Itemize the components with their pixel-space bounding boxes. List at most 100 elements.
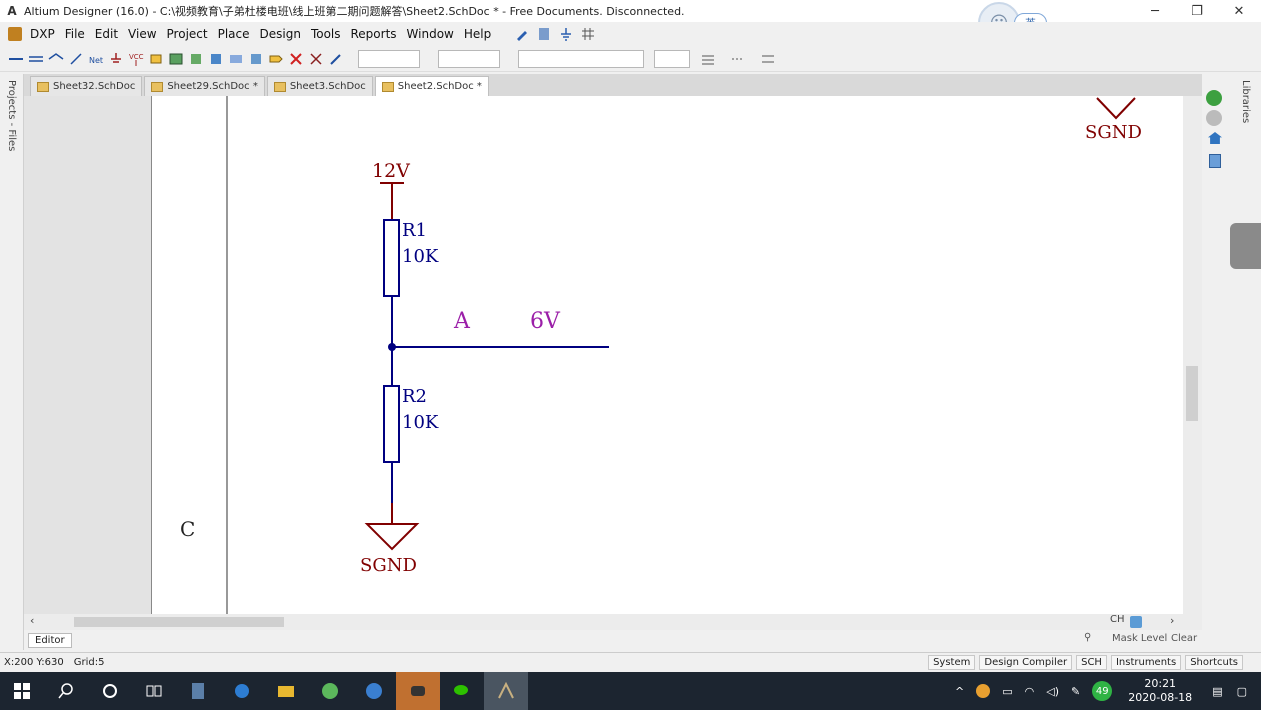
tab-sheet3[interactable]: Sheet3.SchDoc: [266, 76, 373, 96]
file-explorer-icon[interactable]: [264, 672, 308, 710]
clock[interactable]: 20:21 2020-08-18: [1128, 677, 1192, 705]
harness-connector-icon[interactable]: [228, 51, 244, 67]
horizontal-scrollbar[interactable]: ‹ CH ›: [24, 614, 1202, 630]
search-icon[interactable]: [44, 672, 88, 710]
menu-view[interactable]: View: [123, 22, 161, 46]
document-icon[interactable]: [1209, 154, 1221, 168]
schematic-drawing[interactable]: C SGND 12V R1 10K A 6V R2 10K SGND: [152, 96, 1202, 614]
volume-icon[interactable]: ◁): [1046, 685, 1059, 698]
no-erc-icon[interactable]: [288, 51, 304, 67]
align-icon[interactable]: [760, 51, 776, 67]
port-icon[interactable]: [268, 51, 284, 67]
action-center-icon[interactable]: ▤: [1212, 685, 1222, 698]
bus-entry-icon[interactable]: [68, 51, 84, 67]
wifi-icon[interactable]: ◠: [1025, 685, 1035, 698]
sch-button[interactable]: SCH: [1076, 655, 1107, 670]
close-button[interactable]: ✕: [1218, 0, 1260, 22]
menu-window[interactable]: Window: [402, 22, 459, 46]
scroll-left-icon[interactable]: ‹: [30, 614, 34, 627]
shortcuts-button[interactable]: Shortcuts: [1185, 655, 1243, 670]
vcc-port-icon[interactable]: VCC: [128, 51, 144, 67]
edge-icon[interactable]: [220, 672, 264, 710]
line-width-icon[interactable]: [700, 51, 716, 67]
scroll-right-icon[interactable]: ›: [1170, 614, 1174, 627]
menu-edit[interactable]: Edit: [90, 22, 123, 46]
window-title: Altium Designer (16.0) - C:\视频教育\子弟杜楼电班\…: [24, 5, 685, 18]
draw-tool-icon[interactable]: [328, 51, 344, 67]
notification-count-badge[interactable]: 49: [1092, 681, 1113, 701]
harness-entry-icon[interactable]: [248, 51, 264, 67]
projects-panel-label[interactable]: Projects - Files: [6, 80, 17, 151]
tab-sheet2[interactable]: Sheet2.SchDoc *: [374, 76, 489, 96]
design-compiler-button[interactable]: Design Compiler: [979, 655, 1073, 670]
menu-design[interactable]: Design: [255, 22, 306, 46]
filter-combo-2[interactable]: [438, 49, 500, 68]
menu-reports[interactable]: Reports: [346, 22, 402, 46]
side-float-button[interactable]: [1230, 223, 1261, 269]
menu-tools[interactable]: Tools: [306, 22, 346, 46]
horizontal-scroll-thumb[interactable]: [74, 617, 284, 627]
grid-icon[interactable]: [580, 26, 596, 42]
device-sheet-icon[interactable]: [208, 51, 224, 67]
line-style-icon[interactable]: [730, 51, 746, 67]
part-icon[interactable]: [148, 51, 164, 67]
net-label-icon[interactable]: Net: [88, 51, 104, 67]
calculator-icon[interactable]: [176, 672, 220, 710]
home-icon[interactable]: [1208, 132, 1222, 144]
filter-combo-1[interactable]: [358, 49, 420, 68]
cortana-icon[interactable]: [88, 672, 132, 710]
clear-button[interactable]: Clear: [1171, 633, 1197, 644]
vertical-scrollbar[interactable]: [1183, 96, 1202, 614]
instruments-button[interactable]: Instruments: [1110, 655, 1182, 670]
system-button[interactable]: System: [928, 655, 976, 670]
signal-harness-icon[interactable]: [48, 51, 64, 67]
filter-combo-4[interactable]: [654, 49, 690, 68]
cursor-coords: X:200 Y:630: [4, 657, 64, 668]
minimize-button[interactable]: ─: [1134, 0, 1176, 22]
highlight-icon[interactable]: [1130, 616, 1142, 628]
menu-dxp[interactable]: DXP: [25, 22, 60, 46]
pen-icon[interactable]: ✎: [1071, 685, 1080, 698]
mask-level-button[interactable]: Mask Level: [1112, 633, 1167, 644]
task-view-icon[interactable]: [132, 672, 176, 710]
back-icon[interactable]: [1206, 90, 1222, 106]
menu-help[interactable]: Help: [459, 22, 496, 46]
pencil-icon[interactable]: [514, 26, 530, 42]
altium-taskbar-icon[interactable]: [484, 672, 528, 710]
grid-size: Grid:5: [73, 657, 105, 668]
menu-place[interactable]: Place: [213, 22, 255, 46]
left-panel-strip[interactable]: Projects - Files: [0, 74, 24, 650]
wire-icon[interactable]: [8, 51, 24, 67]
ground-icon[interactable]: [558, 26, 574, 42]
blue-app-icon[interactable]: [352, 672, 396, 710]
libraries-panel-label[interactable]: Libraries: [1240, 80, 1251, 123]
node-label: A: [453, 309, 471, 334]
green-app-icon[interactable]: [308, 672, 352, 710]
schematic-sheet[interactable]: C SGND 12V R1 10K A 6V R2 10K SGND: [151, 96, 1202, 614]
tray-app-icon[interactable]: [976, 684, 991, 698]
menu-project[interactable]: Project: [162, 22, 213, 46]
tray-expand-icon[interactable]: ^: [955, 685, 964, 698]
schematic-canvas[interactable]: C SGND 12V R1 10K A 6V R2 10K SGND: [24, 96, 1202, 614]
svg-text:VCC: VCC: [129, 53, 144, 61]
gnd-port-icon[interactable]: [108, 51, 124, 67]
forward-icon[interactable]: [1206, 110, 1222, 126]
editor-tab[interactable]: Editor: [28, 632, 72, 648]
compile-mask-icon[interactable]: [308, 51, 324, 67]
restore-button[interactable]: ❐: [1176, 0, 1218, 22]
menu-file[interactable]: File: [60, 22, 90, 46]
recorder-app-icon[interactable]: [396, 672, 440, 710]
input-method-icon[interactable]: ▢: [1237, 685, 1247, 698]
tab-sheet29[interactable]: Sheet29.SchDoc *: [144, 76, 265, 96]
tab-sheet32[interactable]: Sheet32.SchDoc: [30, 76, 143, 96]
tray-battery-icon[interactable]: ▭: [1002, 685, 1012, 698]
vertical-scroll-thumb[interactable]: [1186, 366, 1198, 421]
bus-icon[interactable]: [28, 51, 44, 67]
start-button[interactable]: [0, 672, 44, 710]
sheet-entry-icon[interactable]: [188, 51, 204, 67]
sheet-icon[interactable]: [536, 26, 552, 42]
filter-icon[interactable]: ⚲: [1084, 632, 1091, 643]
wechat-icon[interactable]: [440, 672, 484, 710]
sheet-symbol-icon[interactable]: [168, 51, 184, 67]
filter-combo-3[interactable]: [518, 49, 644, 68]
